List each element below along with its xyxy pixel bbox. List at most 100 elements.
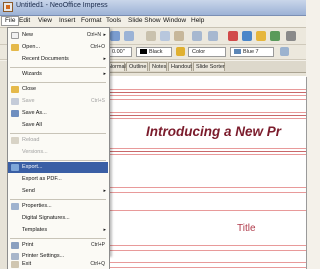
slide-title[interactable]: Introducing a New Pr (146, 124, 281, 139)
menu-item-close[interactable]: Close (8, 84, 108, 95)
line-color-select[interactable]: Black (136, 47, 172, 57)
menu-insert[interactable]: Insert (59, 17, 75, 24)
menu-separator (10, 133, 106, 134)
save-as-icon (11, 110, 19, 117)
file-menu-dropdown-tail: Printer Settings... Exit Ctrl+Q (7, 253, 110, 269)
menu-help[interactable]: Help (191, 17, 204, 24)
menu-item-exit[interactable]: Exit Ctrl+Q (8, 261, 108, 269)
tab-slide-sorter[interactable]: Slide Sorter (193, 62, 225, 71)
submenu-arrow-icon: ▸ (103, 56, 106, 62)
undo-icon[interactable] (192, 31, 202, 41)
slide-rule (106, 92, 306, 93)
area-color-select[interactable]: Blue 7 (230, 47, 274, 57)
menu-edit[interactable]: Edit (19, 17, 30, 24)
menu-item-export-pdf[interactable]: Export as PDF... (8, 174, 108, 185)
menu-slide-show[interactable]: Slide Show (128, 17, 161, 24)
area-color-label: Blue 7 (243, 49, 259, 55)
area-color-swatch (234, 49, 241, 55)
menu-separator (10, 238, 106, 239)
navigator-icon[interactable] (270, 31, 280, 41)
slide-rule (106, 118, 306, 119)
file-menu-dropdown: New Ctrl+N ▸ Open... Ctrl+O Recent Document… (7, 27, 110, 255)
export-icon (11, 164, 19, 171)
paste-icon[interactable] (174, 31, 184, 41)
cut-icon[interactable] (146, 31, 156, 41)
menu-item-templates[interactable]: Templates ▸ (8, 225, 108, 236)
slide-rule (106, 262, 306, 263)
submenu-arrow-icon: ▸ (103, 71, 106, 77)
menu-item-open[interactable]: Open... Ctrl+O (8, 42, 108, 53)
print-icon (11, 242, 19, 249)
tab-notes[interactable]: Notes (149, 62, 167, 71)
shadow-icon[interactable] (280, 47, 289, 56)
copy-icon[interactable] (160, 31, 170, 41)
view-tabs: Normal Outline Notes Handout Slide Sorte… (105, 61, 306, 73)
menu-separator (10, 160, 106, 161)
menu-format[interactable]: Format (81, 17, 102, 24)
menu-view[interactable]: View (38, 17, 52, 24)
save-icon (11, 98, 19, 105)
line-color-label: Black (149, 49, 163, 55)
printer-settings-icon (11, 253, 19, 260)
menu-item-reload[interactable]: Reload (8, 135, 108, 146)
slide-rule (106, 148, 306, 149)
slide-rule (106, 112, 306, 113)
menu-item-digital-signatures[interactable]: Digital Signatures... (8, 213, 108, 224)
menu-item-wizards[interactable]: Wizards ▸ (8, 69, 108, 80)
area-style-select[interactable]: Color (188, 47, 226, 57)
redo-icon[interactable] (208, 31, 218, 41)
menu-file[interactable]: File (1, 16, 20, 26)
image-icon[interactable] (256, 31, 266, 41)
menu-window[interactable]: Window (163, 17, 186, 24)
menu-item-save-as[interactable]: Save As... (8, 108, 108, 119)
slide-rule (106, 192, 306, 193)
menu-separator (10, 67, 106, 68)
title-bar: Untitled1 - NeoOffice Impress (0, 0, 306, 16)
slide-rule (106, 151, 306, 152)
slide-rule (106, 154, 306, 155)
menu-separator (10, 82, 106, 83)
area-icon[interactable] (176, 47, 185, 56)
tab-handout[interactable]: Handout (168, 62, 192, 71)
slide-canvas[interactable] (106, 76, 306, 269)
properties-icon (11, 203, 19, 210)
slide-subtitle[interactable]: Title (237, 223, 256, 234)
menu-item-print[interactable]: Print Ctrl+P (8, 240, 108, 251)
slide-rule (106, 210, 306, 211)
slide-rule (106, 250, 306, 251)
slide-rule (106, 267, 306, 268)
menu-item-recent-documents[interactable]: Recent Documents ▸ (8, 54, 108, 65)
reload-icon (11, 137, 19, 144)
slide-rule (106, 245, 306, 246)
menu-item-properties[interactable]: Properties... (8, 201, 108, 212)
slide-rule (106, 99, 306, 100)
print-icon[interactable] (124, 31, 134, 41)
slide-rule (106, 115, 306, 116)
menu-item-export[interactable]: Export... (8, 162, 108, 173)
submenu-arrow-icon: ▸ (103, 32, 106, 38)
menu-separator (10, 199, 106, 200)
slide-rule (106, 89, 306, 90)
tab-outline[interactable]: Outline (126, 62, 148, 71)
slide-rule (106, 187, 306, 188)
line-color-swatch (140, 49, 147, 55)
menu-item-versions[interactable]: Versions... (8, 147, 108, 158)
save-icon[interactable] (110, 31, 120, 41)
menu-item-send[interactable]: Send ▸ (8, 186, 108, 197)
window-title: Untitled1 - NeoOffice Impress (16, 2, 108, 9)
submenu-arrow-icon: ▸ (103, 227, 106, 233)
chart-icon[interactable] (228, 31, 238, 41)
new-document-icon (11, 32, 19, 39)
close-document-icon (11, 86, 19, 93)
menu-item-new[interactable]: New Ctrl+N ▸ (8, 30, 108, 41)
app-icon (3, 2, 13, 12)
folder-open-icon (11, 44, 19, 51)
menu-item-save-all[interactable]: Save All (8, 120, 108, 131)
submenu-arrow-icon: ▸ (103, 188, 106, 194)
help-icon[interactable] (286, 31, 296, 41)
exit-icon (11, 261, 19, 268)
line-width-field[interactable]: 0.00" (108, 47, 132, 57)
table-icon[interactable] (242, 31, 252, 41)
menu-item-save[interactable]: Save Ctrl+S (8, 96, 108, 107)
menu-tools[interactable]: Tools (106, 17, 121, 24)
